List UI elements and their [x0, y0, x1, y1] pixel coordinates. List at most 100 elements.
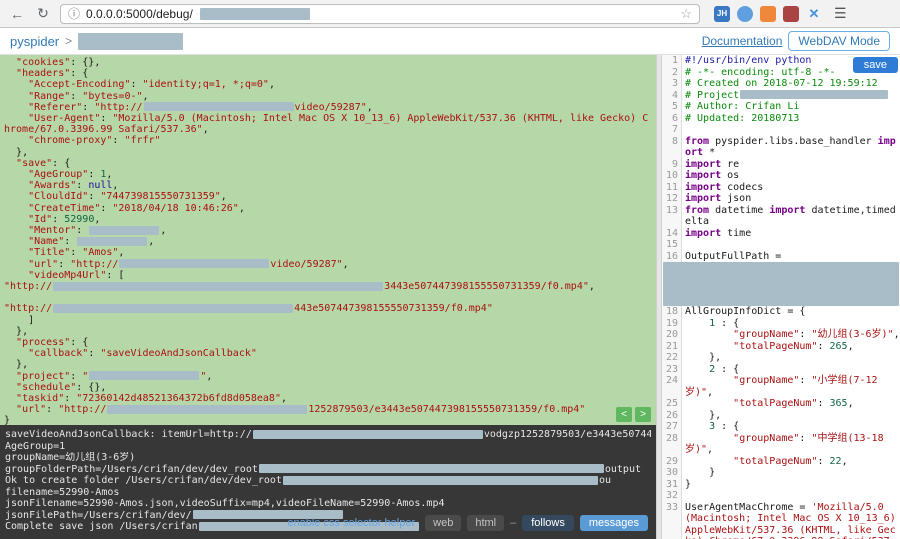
json-line: "Name": ,	[28, 236, 155, 248]
json-line: "url": "http://1252879503/e3443e50744739…	[16, 404, 586, 416]
html-tab[interactable]: html	[467, 515, 505, 531]
json-line: "callback": "saveVideoAndJsonCallback"	[28, 348, 257, 360]
line-number: 24	[662, 375, 682, 398]
main-area: "cookies": {}, "headers": { "Accept-Enco…	[0, 55, 900, 539]
code-line: 29 "totalPageNum": 22,	[662, 455, 900, 467]
code-editor[interactable]: 1 #!/usr/bin/env python 2 # -*- encoding: u…	[662, 55, 900, 539]
browser-menu-icon[interactable]: ☰	[834, 5, 847, 22]
extension-icons: JH ✕	[714, 5, 822, 22]
code-line: 7	[662, 124, 900, 136]
code-line: 28 "groupName": "中学组(13-18岁)",	[662, 432, 900, 456]
reload-icon[interactable]: ↻	[34, 5, 52, 22]
line-number: 8	[662, 135, 682, 159]
redaction	[89, 225, 160, 235]
task-json-panel[interactable]: "cookies": {}, "headers": { "Accept-Enco…	[0, 55, 656, 425]
json-line: "Id": 52990,	[28, 213, 101, 225]
line-number: 23	[662, 363, 682, 375]
debug-toolbar: enable css selector helper web html – fo…	[283, 515, 648, 531]
code-line: 21 "totalPageNum": 265,	[662, 340, 900, 352]
line-number: 5	[662, 101, 682, 113]
extension-jh-icon[interactable]: JH	[714, 5, 730, 22]
code-line: 15	[662, 239, 900, 251]
next-page-button[interactable]: >	[635, 407, 651, 422]
redaction	[119, 259, 270, 269]
project-name-redaction	[78, 32, 184, 50]
prev-page-button[interactable]: <	[616, 407, 632, 422]
messages-tab[interactable]: messages	[579, 515, 648, 531]
json-line: "CreateTime": "2018/04/18 10:46:26",	[28, 202, 245, 214]
json-line: "http://3443e507447398155550731359/f0.mp…	[4, 281, 595, 293]
line-number: 27	[662, 421, 682, 433]
breadcrumb-separator: >	[65, 34, 73, 48]
code-line: 24 "groupName": "小学组(7-12岁)",	[662, 375, 900, 398]
site-header: pyspider > Documentation WebDAV Mode	[0, 28, 900, 55]
browser-chrome: ← ↻ ⓘ 0.0.0.0:5000/debug/ ☆ JH ✕ ☰	[0, 0, 900, 28]
line-number: 28	[662, 432, 682, 456]
json-line: "chrome-proxy": "frfr"	[28, 135, 161, 147]
line-number: 29	[662, 455, 682, 467]
console-line: groupName=幼儿组(3-6岁)	[5, 452, 136, 463]
bookmark-star-icon[interactable]: ☆	[680, 6, 692, 22]
documentation-link[interactable]: Documentation	[702, 34, 783, 48]
line-number: 14	[662, 227, 682, 239]
line-number: 1	[662, 55, 682, 67]
code-line: 19 1 : {	[662, 317, 900, 329]
console-line: jsonFilename=52990-Amos.json,videoSuffix…	[5, 498, 445, 509]
code-line: 10 import os	[662, 170, 900, 182]
css-selector-helper-button[interactable]: enable css selector helper	[283, 515, 419, 531]
toolbar-separator: –	[510, 517, 517, 529]
json-line: "headers": {	[16, 68, 89, 80]
line-number: 20	[662, 329, 682, 341]
json-line: },	[4, 359, 29, 371]
code-line: 31}	[662, 478, 900, 490]
web-tab[interactable]: web	[425, 515, 462, 531]
redaction	[53, 281, 384, 291]
line-number: 3	[662, 78, 682, 90]
code-line: 23 2 : {	[662, 363, 900, 375]
code-line: 22 },	[662, 352, 900, 364]
json-line: "videoMp4Url": [	[28, 269, 125, 281]
console-line: AgeGroup=1	[5, 440, 66, 452]
line-number: 9	[662, 158, 682, 170]
line-number: 7	[662, 124, 682, 136]
console-line: saveVideoAndJsonCallback: itemUrl=http:/…	[5, 429, 651, 440]
code-line: 14 import time	[662, 227, 900, 239]
redaction	[740, 90, 889, 99]
json-line: ]	[4, 314, 35, 326]
json-editor[interactable]: "cookies": {}, "headers": { "Accept-Enco…	[4, 57, 652, 425]
line-number: 30	[662, 467, 682, 479]
extension-x-icon[interactable]: ✕	[806, 6, 822, 22]
code-line: 5 # Author: Crifan Li	[662, 101, 900, 113]
pyspider-logo-link[interactable]: pyspider	[10, 34, 59, 49]
line-number: 10	[662, 170, 682, 182]
webdav-mode-button[interactable]: WebDAV Mode	[788, 31, 890, 51]
follows-tab[interactable]: follows	[522, 515, 574, 531]
code-line: 8 from pyspider.libs.base_handler import …	[662, 135, 900, 159]
left-column: "cookies": {}, "headers": { "Accept-Enco…	[0, 55, 656, 539]
code-line: 9 import re	[662, 158, 900, 170]
code-line: 25 "totalPageNum": 365,	[662, 398, 900, 410]
right-column: save 1 #!/usr/bin/env python 2 # -*- encodi…	[662, 55, 900, 539]
json-line: "cookies": {},	[16, 57, 101, 68]
save-button[interactable]: save	[852, 57, 898, 73]
json-line: "project": " ",	[16, 370, 213, 382]
line-number: 11	[662, 181, 682, 193]
back-icon[interactable]: ←	[8, 6, 26, 22]
extension-orange-icon[interactable]	[760, 5, 776, 22]
line-number: 13	[662, 204, 682, 228]
code-line: 27 3 : {	[662, 421, 900, 433]
code-editor-lines[interactable]: 1 #!/usr/bin/env python 2 # -*- encoding: u…	[662, 55, 900, 539]
json-line: "ClouldId": "744739815550731359",	[28, 191, 227, 203]
extension-grid-icon[interactable]	[783, 5, 799, 22]
info-icon[interactable]: ⓘ	[68, 5, 80, 22]
line-number: 22	[662, 352, 682, 364]
json-line: "Title": "Amos",	[28, 247, 125, 259]
task-pager: < >	[616, 407, 651, 422]
url-bar[interactable]: ⓘ 0.0.0.0:5000/debug/ ☆	[60, 3, 700, 24]
line-number: 26	[662, 409, 682, 421]
extension-circle-icon[interactable]	[737, 5, 753, 22]
redaction	[282, 475, 598, 485]
line-number: 6	[662, 112, 682, 124]
json-line: "http://443e507447398155550731359/f0.mp4…	[4, 303, 493, 315]
code-line: 4 # Project	[662, 89, 900, 101]
